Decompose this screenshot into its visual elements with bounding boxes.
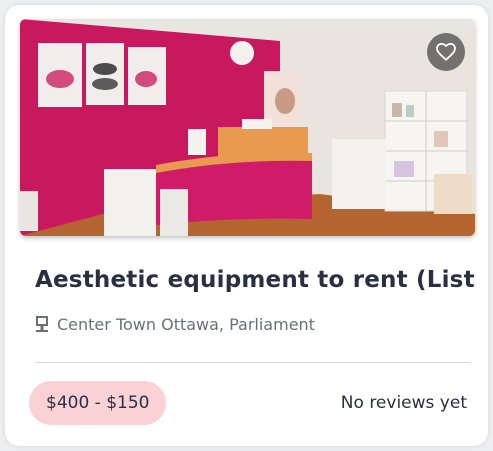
divider [35,362,471,363]
listing-photo[interactable] [20,19,475,236]
listing-card[interactable]: Aesthetic equipment to rent (Listing Cen… [5,5,488,446]
location-text: Center Town Ottawa, Parliament [57,314,315,334]
salon-interior-image [20,19,475,236]
reviews-text: No reviews yet [340,393,467,413]
heart-icon [436,43,456,61]
listing-location: Center Town Ottawa, Parliament [35,311,315,337]
price-badge: $400 - $150 [29,381,167,425]
price-text: $400 - $150 [46,393,150,413]
listing-title[interactable]: Aesthetic equipment to rent (Listing [35,263,475,297]
favorite-button[interactable] [427,33,465,71]
location-pin-icon [36,315,48,332]
